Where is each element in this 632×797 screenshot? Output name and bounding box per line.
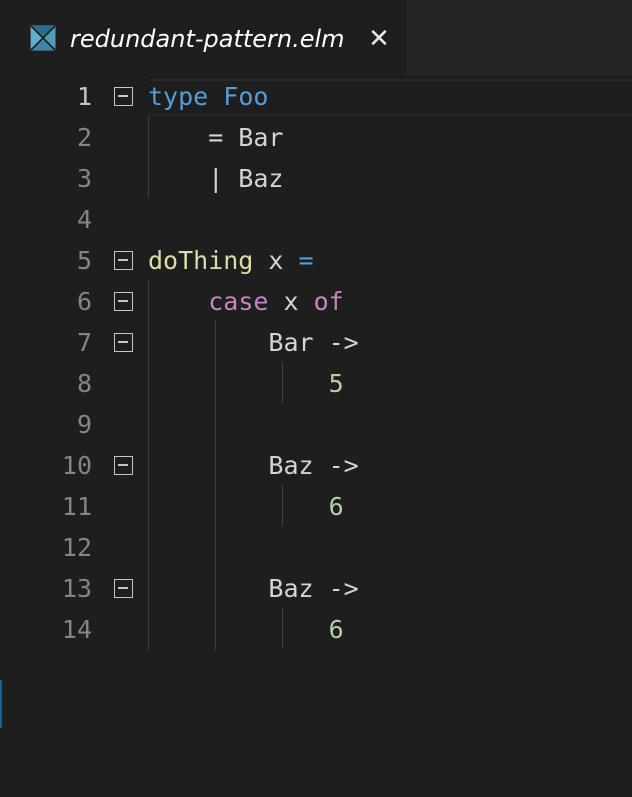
tab-title: redundant-pattern.elm <box>70 25 345 53</box>
line-number: 10 <box>61 451 92 480</box>
code-text: | Baz <box>148 164 284 193</box>
code-line[interactable]: 8 5 <box>0 363 632 404</box>
code-line[interactable]: 6 case x of <box>0 281 632 322</box>
code-text: 6 <box>328 615 344 644</box>
code-line[interactable]: 1 type Foo <box>0 76 632 117</box>
code-line[interactable]: 2 = Bar <box>0 117 632 158</box>
code-line[interactable]: 13 Baz -> <box>0 568 632 609</box>
line-number: 14 <box>61 615 92 644</box>
close-icon[interactable]: ✕ <box>364 20 394 58</box>
code-text: Baz -> <box>148 574 359 603</box>
tab-bar: redundant-pattern.elm ✕ <box>0 0 632 76</box>
fold-collapse-icon[interactable] <box>114 292 133 311</box>
elm-file-icon <box>30 25 56 51</box>
line-number: 9 <box>76 410 92 439</box>
fold-collapse-icon[interactable] <box>114 87 133 106</box>
scroll-marker <box>0 680 2 728</box>
code-text: Bar -> <box>148 328 359 357</box>
code-text: = Bar <box>148 123 284 152</box>
tab-redundant-pattern[interactable]: redundant-pattern.elm ✕ <box>0 0 406 76</box>
fold-collapse-icon[interactable] <box>114 333 133 352</box>
code-text: type Foo <box>148 82 269 111</box>
line-number: 6 <box>76 287 92 316</box>
code-line[interactable]: 3 | Baz <box>0 158 632 199</box>
code-line[interactable]: 7 Bar -> <box>0 322 632 363</box>
code-editor[interactable]: 1 type Foo 2 = Bar 3 | Baz 4 5 doThing x… <box>0 76 632 797</box>
fold-collapse-icon[interactable] <box>114 456 133 475</box>
code-text: Baz -> <box>148 451 359 480</box>
line-number: 11 <box>61 492 92 521</box>
code-line[interactable]: 9 <box>0 404 632 445</box>
code-text: doThing x = <box>148 246 314 275</box>
line-number: 3 <box>76 164 92 193</box>
line-number: 4 <box>76 205 92 234</box>
code-line[interactable]: 5 doThing x = <box>0 240 632 281</box>
line-number: 8 <box>76 369 92 398</box>
fold-collapse-icon[interactable] <box>114 251 133 270</box>
line-number: 13 <box>61 574 92 603</box>
code-text: 6 <box>328 492 344 521</box>
code-text: 5 <box>328 369 344 398</box>
line-number: 1 <box>76 82 92 111</box>
code-line[interactable]: 4 <box>0 199 632 240</box>
code-line[interactable]: 14 6 <box>0 609 632 650</box>
line-number: 5 <box>76 246 92 275</box>
code-text: case x of <box>208 287 344 316</box>
line-number: 2 <box>76 123 92 152</box>
code-line[interactable]: 10 Baz -> <box>0 445 632 486</box>
line-number: 7 <box>76 328 92 357</box>
line-number: 12 <box>61 533 92 562</box>
fold-collapse-icon[interactable] <box>114 579 133 598</box>
code-line[interactable]: 11 6 <box>0 486 632 527</box>
code-line[interactable]: 12 <box>0 527 632 568</box>
